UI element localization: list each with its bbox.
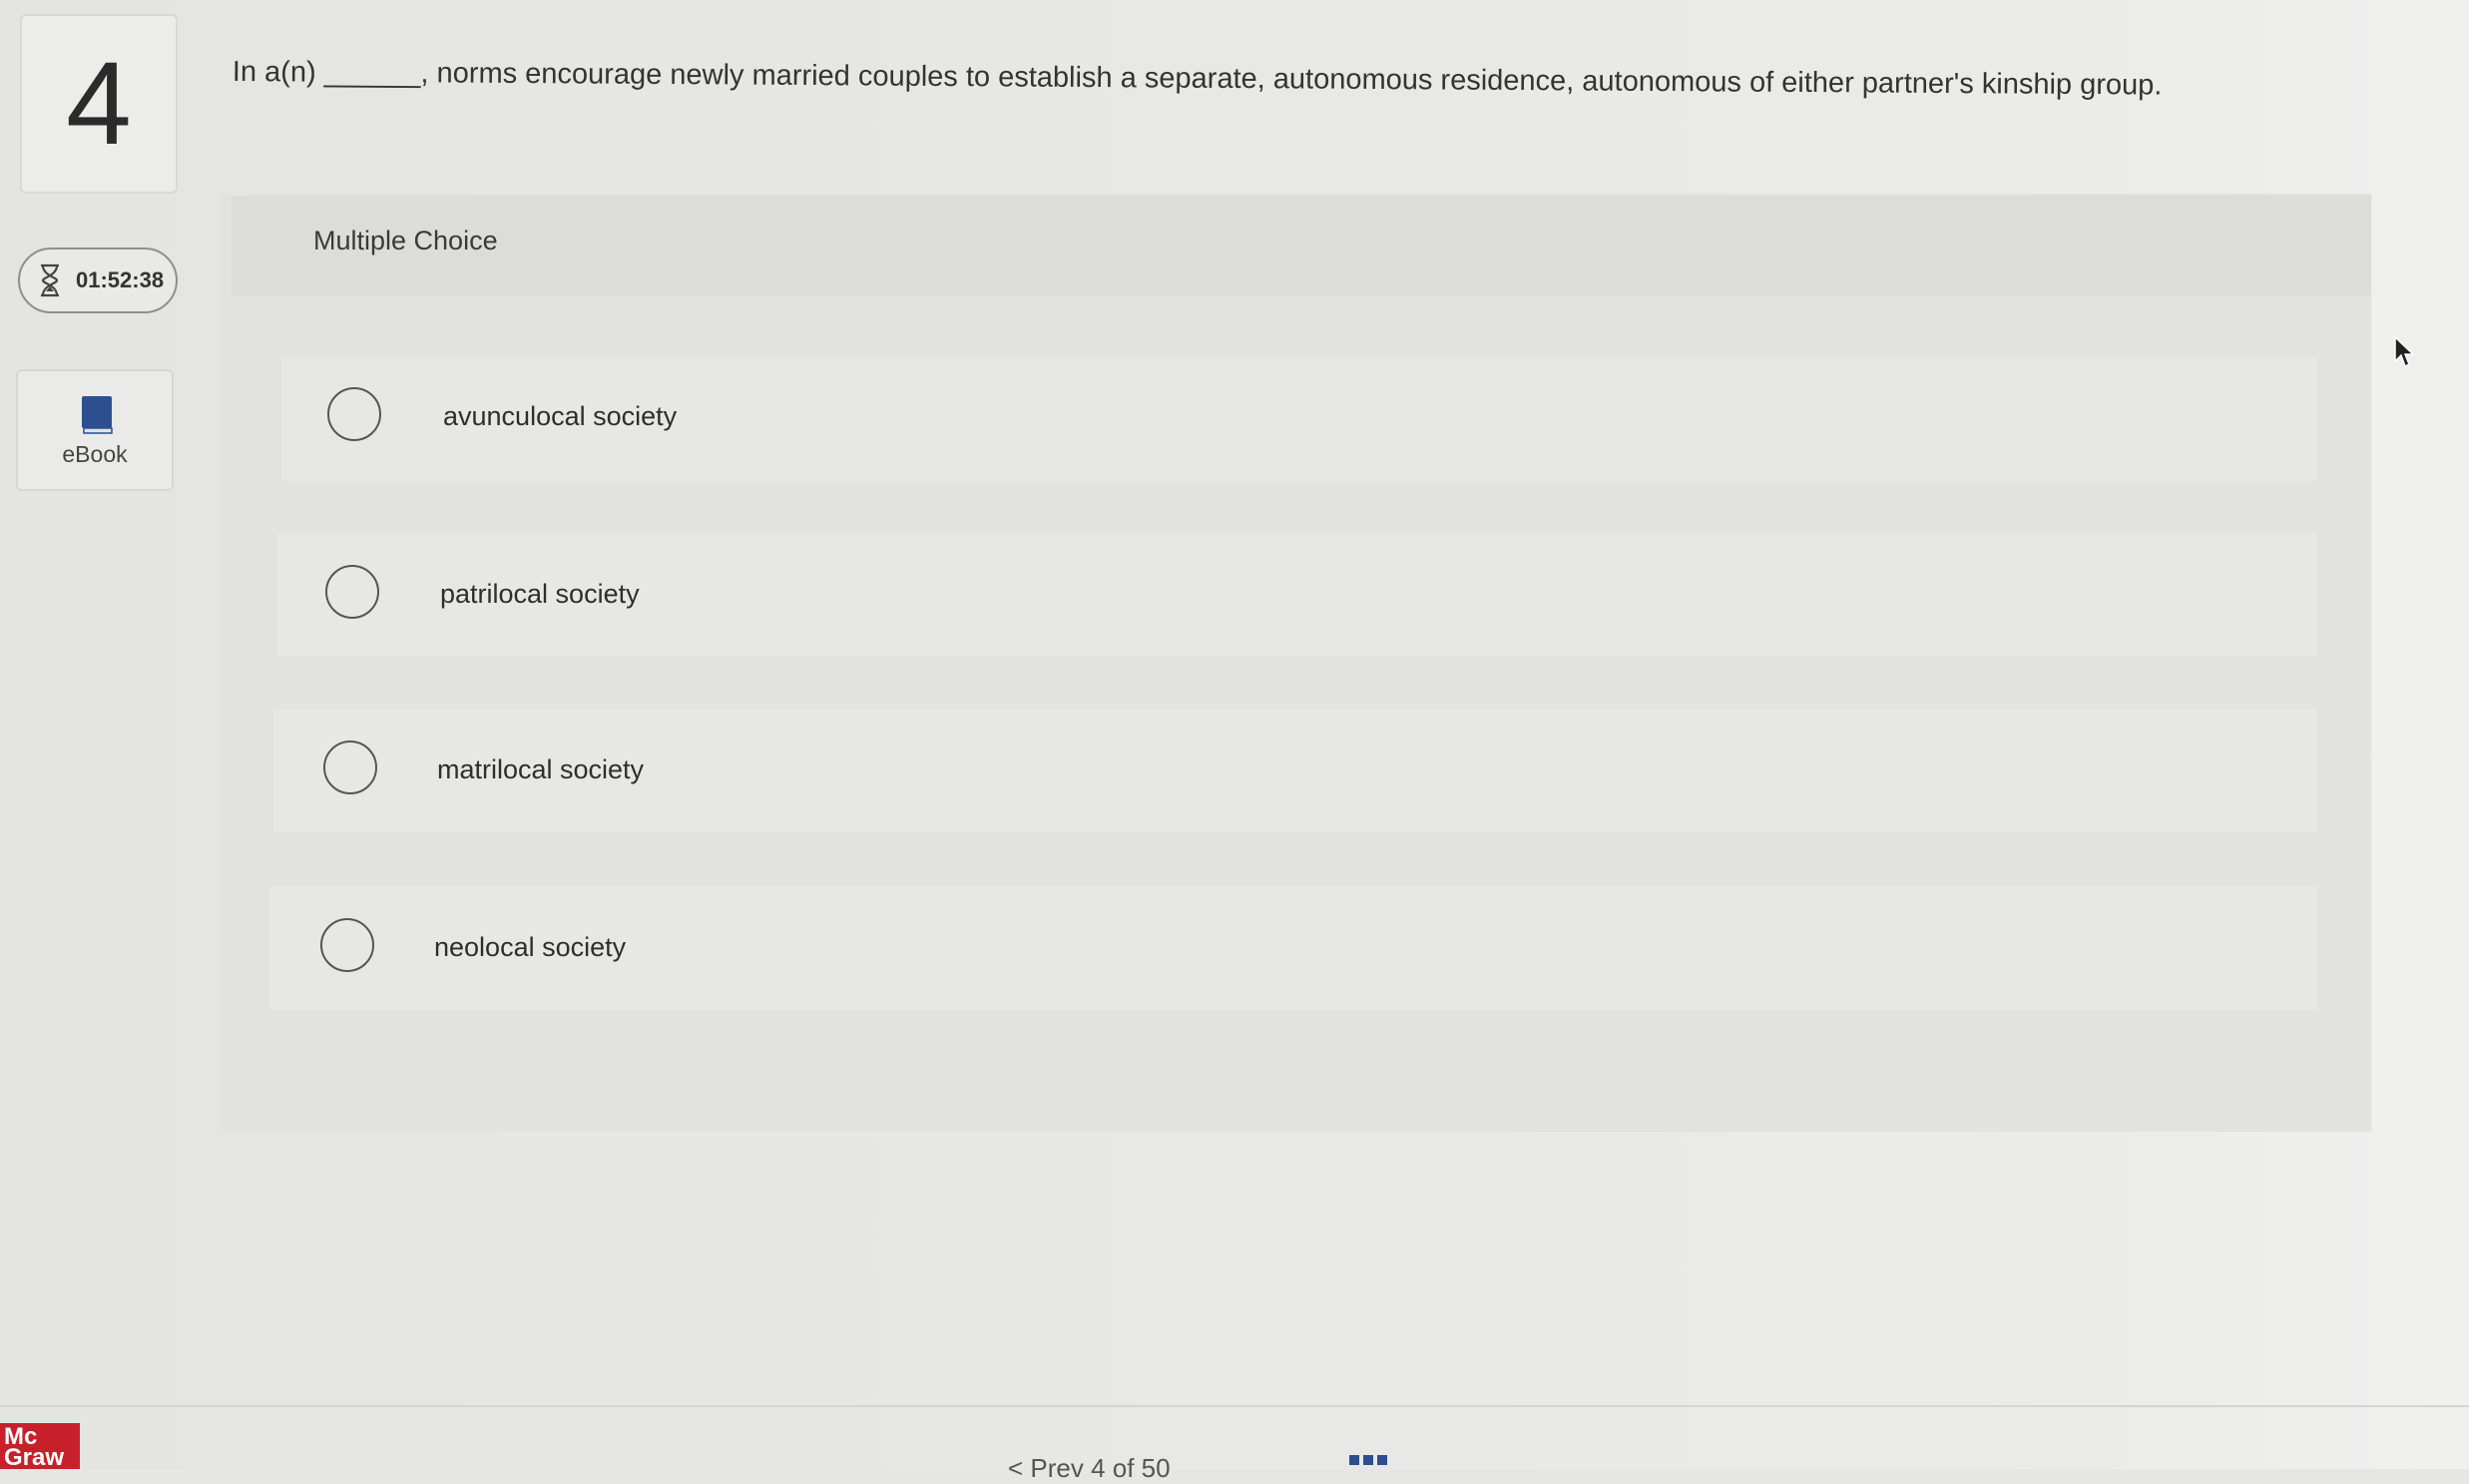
- logo-line-2: Graw: [4, 1444, 65, 1471]
- book-icon: [82, 396, 113, 434]
- question-type-title: Multiple Choice: [313, 226, 498, 255]
- mcgraw-hill-logo: Mc Graw: [0, 1423, 80, 1471]
- radio-button[interactable]: [327, 387, 381, 441]
- answer-option[interactable]: patrilocal society: [277, 533, 2317, 657]
- question-number: 4: [66, 38, 132, 170]
- ebook-button[interactable]: eBook: [16, 369, 174, 491]
- answer-option[interactable]: neolocal society: [269, 886, 2317, 1010]
- timer-value: 01:52:38: [76, 267, 165, 292]
- grid-icon[interactable]: [1349, 1455, 1387, 1469]
- answer-option[interactable]: matrilocal society: [273, 709, 2317, 832]
- timer-button[interactable]: 01:52:38: [18, 247, 178, 313]
- mouse-cursor-icon: [2394, 335, 2415, 368]
- radio-button[interactable]: [323, 741, 377, 794]
- option-label: patrilocal society: [440, 579, 640, 609]
- option-label: neolocal society: [434, 932, 627, 962]
- answer-panel-header: [232, 196, 2371, 295]
- radio-button[interactable]: [320, 918, 374, 972]
- radio-button[interactable]: [325, 565, 379, 619]
- option-label: matrilocal society: [437, 754, 645, 784]
- hourglass-icon: [41, 263, 59, 297]
- ebook-label: eBook: [62, 441, 128, 467]
- footer-divider: [0, 1405, 2469, 1407]
- option-label: avunculocal society: [443, 401, 678, 431]
- answer-option[interactable]: avunculocal society: [281, 357, 2317, 481]
- question-number-box: 4: [20, 14, 178, 194]
